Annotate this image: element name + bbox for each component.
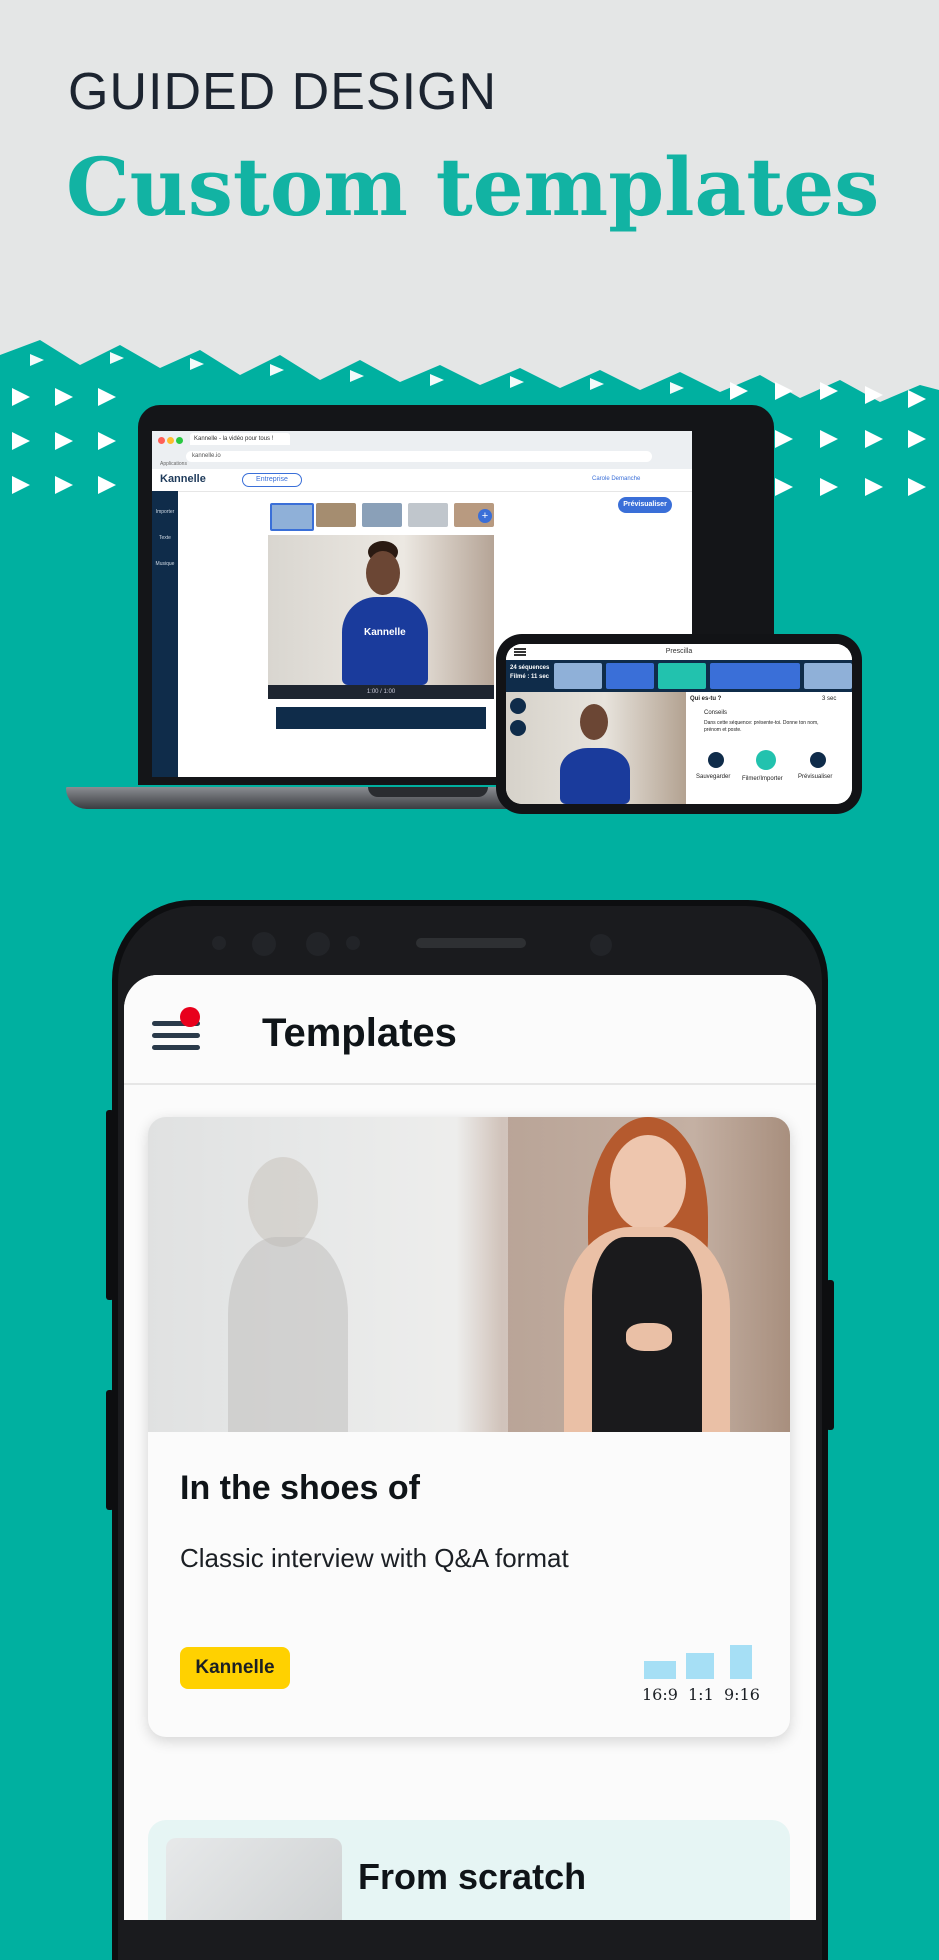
sensor — [212, 936, 226, 950]
sequence-card[interactable] — [804, 663, 852, 689]
laptop-notch — [368, 787, 488, 797]
sidebar-item-import[interactable]: Importer — [152, 509, 178, 515]
template-description: Classic interview with Q&A format — [180, 1543, 569, 1573]
save-action-label[interactable]: Sauvegarder — [696, 774, 730, 780]
sequences-count: 24 séquences Filmé : 11 sec — [510, 664, 549, 682]
menu-icon[interactable] — [514, 648, 526, 650]
template-image — [166, 1838, 342, 1920]
preview-button[interactable]: Prévisualiser — [618, 497, 672, 513]
thumbnail[interactable] — [408, 503, 448, 527]
menu-line — [152, 1045, 200, 1050]
ratio-label: 16:9 — [642, 1685, 678, 1704]
add-sequence-plus-icon[interactable]: + — [478, 509, 492, 523]
record-icon[interactable] — [756, 750, 776, 770]
ghost-person — [248, 1157, 318, 1247]
ratio-9-16-icon — [730, 1645, 752, 1679]
notification-dot-icon — [180, 1007, 200, 1027]
sweater-logo: Kannelle — [364, 627, 406, 638]
ratio-1-1-icon — [686, 1653, 714, 1679]
sequence-band: 24 séquences Filmé : 11 sec — [506, 660, 852, 692]
filmed-duration: Filmé : 11 sec — [510, 674, 550, 680]
camera-preview — [506, 692, 686, 804]
sensor — [306, 932, 330, 956]
maximize-dot-icon[interactable] — [176, 437, 183, 444]
camera-switch-icon[interactable] — [510, 698, 526, 714]
thumbnail[interactable] — [362, 503, 402, 527]
front-camera — [590, 934, 612, 956]
person-figure — [342, 597, 428, 685]
next-icon[interactable] — [810, 752, 826, 768]
edit-icon[interactable] — [510, 720, 526, 736]
person-face — [610, 1135, 686, 1231]
sensor — [252, 932, 276, 956]
video-preview: Kannelle — [268, 535, 494, 685]
question-title: Qui es-tu ? — [690, 696, 722, 702]
tips-text: Dans cette séquence: présente-toi. Donne… — [704, 720, 819, 733]
person-hands — [626, 1323, 672, 1351]
app-header: Kannelle Entreprise Carole Demanche — [152, 469, 692, 492]
sequence-card[interactable] — [710, 663, 800, 689]
recording-panel: Qui es-tu ? 3 sec Conseils Dans cette sé… — [686, 692, 852, 804]
hamburger-menu-icon[interactable] — [152, 1015, 208, 1059]
film-import-action-label[interactable]: Filmer/Importer — [742, 776, 783, 782]
landscape-phone-screen: Prescilla 24 séquences Filmé : 11 sec Qu… — [506, 644, 852, 804]
template-title: In the shoes of — [180, 1469, 420, 1507]
headline: Custom templates — [66, 140, 880, 234]
sidebar-item-text[interactable]: Texte — [152, 535, 178, 541]
ratio-16-9-icon — [644, 1661, 676, 1679]
browser-chrome: Kannelle - la vidéo pour tous ! kannelle… — [152, 431, 692, 470]
sensor — [346, 936, 360, 950]
sequence-card[interactable] — [658, 663, 706, 689]
close-dot-icon[interactable] — [158, 437, 165, 444]
thumbnail[interactable] — [316, 503, 356, 527]
workspace-pill[interactable]: Entreprise — [242, 473, 302, 487]
earpiece-speaker — [416, 938, 526, 948]
person-figure — [366, 551, 400, 595]
person-figure — [580, 704, 608, 740]
page-title: Templates — [262, 1011, 457, 1055]
timeline-strip[interactable] — [276, 707, 486, 729]
address-bar[interactable]: kannelle.io — [186, 451, 652, 462]
template-image — [148, 1117, 790, 1432]
playback-controls[interactable]: 1:00 / 1:00 — [268, 685, 494, 699]
editor-sidebar: Importer Texte Musique — [152, 491, 178, 777]
tips-label: Conseils — [704, 710, 728, 716]
brand-badge: Kannelle — [180, 1647, 290, 1689]
sequences-count-text: 24 séquences — [510, 665, 550, 671]
sequence-card[interactable] — [554, 663, 602, 689]
user-menu[interactable]: Carole Demanche — [592, 476, 640, 482]
timer-label: 3 sec — [822, 696, 837, 702]
thumbnail[interactable] — [270, 503, 314, 531]
menu-line — [152, 1033, 200, 1038]
ratio-label: 9:16 — [724, 1685, 760, 1704]
app-header: Templates — [124, 975, 816, 1085]
app-logo: Kannelle — [160, 473, 206, 485]
template-card[interactable]: From scratch — [148, 1820, 790, 1920]
browser-tab[interactable]: Kannelle - la vidéo pour tous ! — [190, 433, 290, 445]
phone-app-screen: Templates In the shoes of Classic interv… — [124, 975, 816, 1920]
bookmark-label[interactable]: Applications — [160, 461, 187, 467]
template-title: From scratch — [358, 1856, 587, 1897]
save-icon[interactable] — [708, 752, 724, 768]
eyebrow-heading: GUIDED DESIGN — [68, 63, 498, 121]
sidebar-item-music[interactable]: Musique — [152, 561, 178, 567]
landscape-phone-mockup: Prescilla 24 séquences Filmé : 11 sec Qu… — [496, 634, 862, 814]
ratio-label: 1:1 — [688, 1685, 714, 1704]
sequence-thumbnails — [270, 503, 494, 531]
template-card[interactable]: In the shoes of Classic interview with Q… — [148, 1117, 790, 1737]
person-figure — [560, 748, 630, 804]
project-title: Prescilla — [506, 644, 852, 660]
minimize-dot-icon[interactable] — [167, 437, 174, 444]
sequence-card[interactable] — [606, 663, 654, 689]
ghost-person — [228, 1237, 348, 1432]
preview-action-label[interactable]: Prévisualiser — [798, 774, 832, 780]
